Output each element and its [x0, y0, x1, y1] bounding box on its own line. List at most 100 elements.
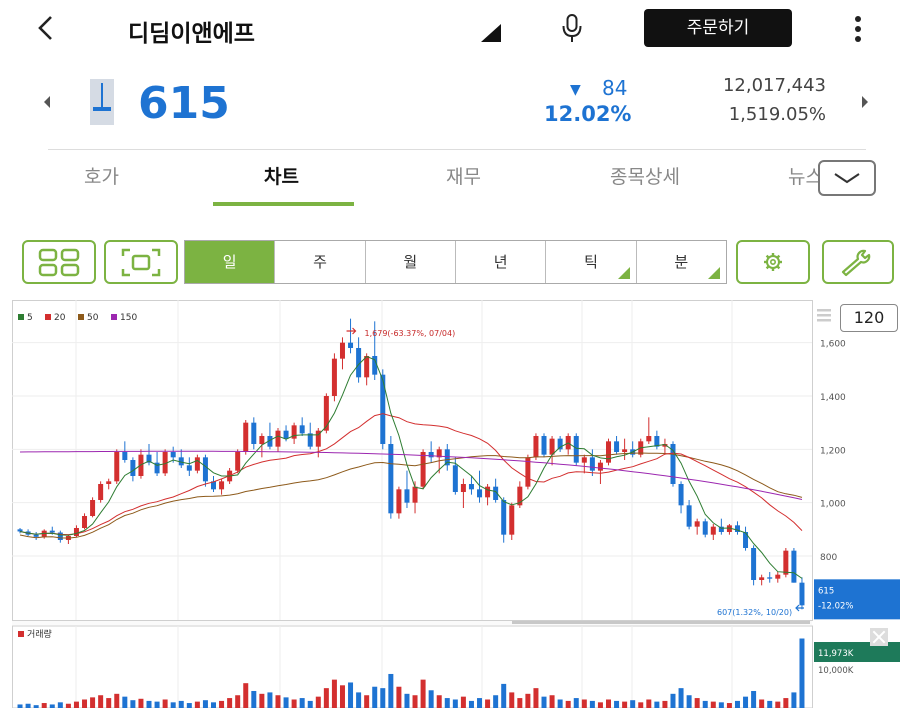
volume-bar [541, 696, 547, 708]
candle [396, 489, 402, 514]
tab-stock-details[interactable]: 종목상세 [610, 162, 680, 189]
period-week[interactable]: 주 [275, 241, 366, 283]
volume-bar [606, 699, 611, 708]
volume-bar [734, 700, 740, 708]
volume-bar [122, 696, 128, 708]
legend-label: 50 [87, 313, 99, 323]
volume-bar [589, 700, 595, 708]
y-tick-label: 800 [820, 553, 837, 563]
tab-orderbook[interactable]: 호가 [84, 162, 119, 189]
next-stock-arrow[interactable] [862, 96, 868, 108]
candle [686, 505, 692, 527]
order-button[interactable]: 주문하기 [644, 9, 792, 47]
candle [259, 436, 265, 444]
candle [283, 430, 289, 439]
current-price-label: 615 [818, 586, 834, 596]
candle [331, 358, 337, 396]
period-month[interactable]: 월 [365, 241, 456, 283]
candle [485, 486, 491, 498]
volume-bar [444, 698, 450, 708]
volume-bar [315, 696, 321, 708]
volume-bar [597, 702, 603, 708]
candle [678, 484, 684, 506]
tab-news[interactable]: 뉴스 [788, 162, 818, 189]
high-annotation: 1,679(-63.37%, 07/04) [365, 329, 456, 338]
previous-stock-arrow[interactable] [44, 96, 50, 108]
period-label: 주 [313, 253, 327, 271]
volume-bar [154, 701, 160, 708]
volume-bar [98, 695, 104, 708]
period-year[interactable]: 년 [455, 241, 547, 283]
panel-scroll-handle [512, 621, 810, 624]
volume-bar [267, 692, 273, 708]
tabs-expand-button[interactable] [818, 160, 876, 196]
fullscreen-button[interactable] [104, 240, 178, 284]
stock-chart[interactable]: 1,600 1,400 1,200 1,000 800 5 20 50 150 1,679(-63… [12, 300, 900, 708]
candle [783, 550, 789, 575]
candle [33, 534, 39, 537]
back-icon[interactable] [34, 12, 58, 44]
volume-bar [49, 704, 55, 708]
volume-bar [533, 688, 539, 708]
current-change-label: -12.02% [818, 601, 853, 611]
candle [404, 489, 410, 503]
volume-bar [622, 701, 628, 708]
price-change-percent: 12.02% [544, 102, 632, 126]
candle [509, 505, 515, 535]
volume-bar [275, 695, 281, 708]
candle [589, 457, 595, 471]
candle [541, 436, 547, 455]
period-day[interactable]: 일 [185, 241, 276, 283]
candle [235, 452, 241, 471]
microphone-icon[interactable] [560, 12, 584, 44]
layout-grid-button[interactable] [22, 240, 96, 284]
volume-bar [493, 695, 499, 708]
chart-tools-button[interactable] [822, 240, 894, 284]
close-volume-icon[interactable] [870, 628, 888, 646]
fullscreen-icon [121, 248, 161, 277]
volume-bar [396, 686, 402, 708]
candle [533, 436, 539, 458]
down-arrow-icon: ▼ [570, 82, 581, 98]
volume-legend-swatch [18, 631, 24, 637]
period-minute[interactable]: 분 [636, 241, 726, 283]
volume-bar [348, 682, 354, 708]
period-selector: 일 주 월 년 틱 분 [184, 240, 727, 284]
candle-count-box[interactable]: 120 [840, 304, 898, 332]
volume-bar [420, 679, 426, 708]
wrench-icon [841, 249, 871, 277]
volume-bar [549, 695, 555, 708]
volume-bar [82, 699, 88, 708]
volume-bar [743, 696, 749, 708]
period-tick[interactable]: 틱 [546, 241, 637, 283]
volume-bar [791, 692, 797, 708]
legend-swatch [78, 314, 84, 320]
tab-financials[interactable]: 재무 [446, 162, 481, 189]
volume-bar [468, 700, 474, 708]
volume-bar [114, 693, 120, 708]
tab-chart[interactable]: 차트 [264, 162, 299, 189]
volume-bar [452, 699, 458, 708]
candle [606, 441, 611, 463]
candle [194, 457, 200, 471]
y-tick-label: 1,600 [820, 340, 846, 350]
candle [581, 457, 587, 463]
volume-bar [751, 690, 757, 708]
volume-bar [799, 638, 805, 708]
period-label: 분 [674, 253, 689, 271]
candle [549, 438, 555, 455]
volume-bar [227, 698, 233, 708]
more-options-icon[interactable] [848, 14, 868, 44]
candle [219, 481, 225, 490]
volume-bar [202, 700, 208, 708]
volume-bar [299, 698, 305, 708]
volume-bar [557, 699, 563, 708]
volume-bar [90, 697, 96, 708]
candle [468, 484, 474, 490]
volume-bar [57, 702, 63, 708]
candle [243, 422, 249, 452]
volume-bar [485, 699, 491, 708]
candle [573, 436, 579, 463]
chart-settings-button[interactable] [736, 240, 810, 284]
candle [98, 484, 104, 500]
